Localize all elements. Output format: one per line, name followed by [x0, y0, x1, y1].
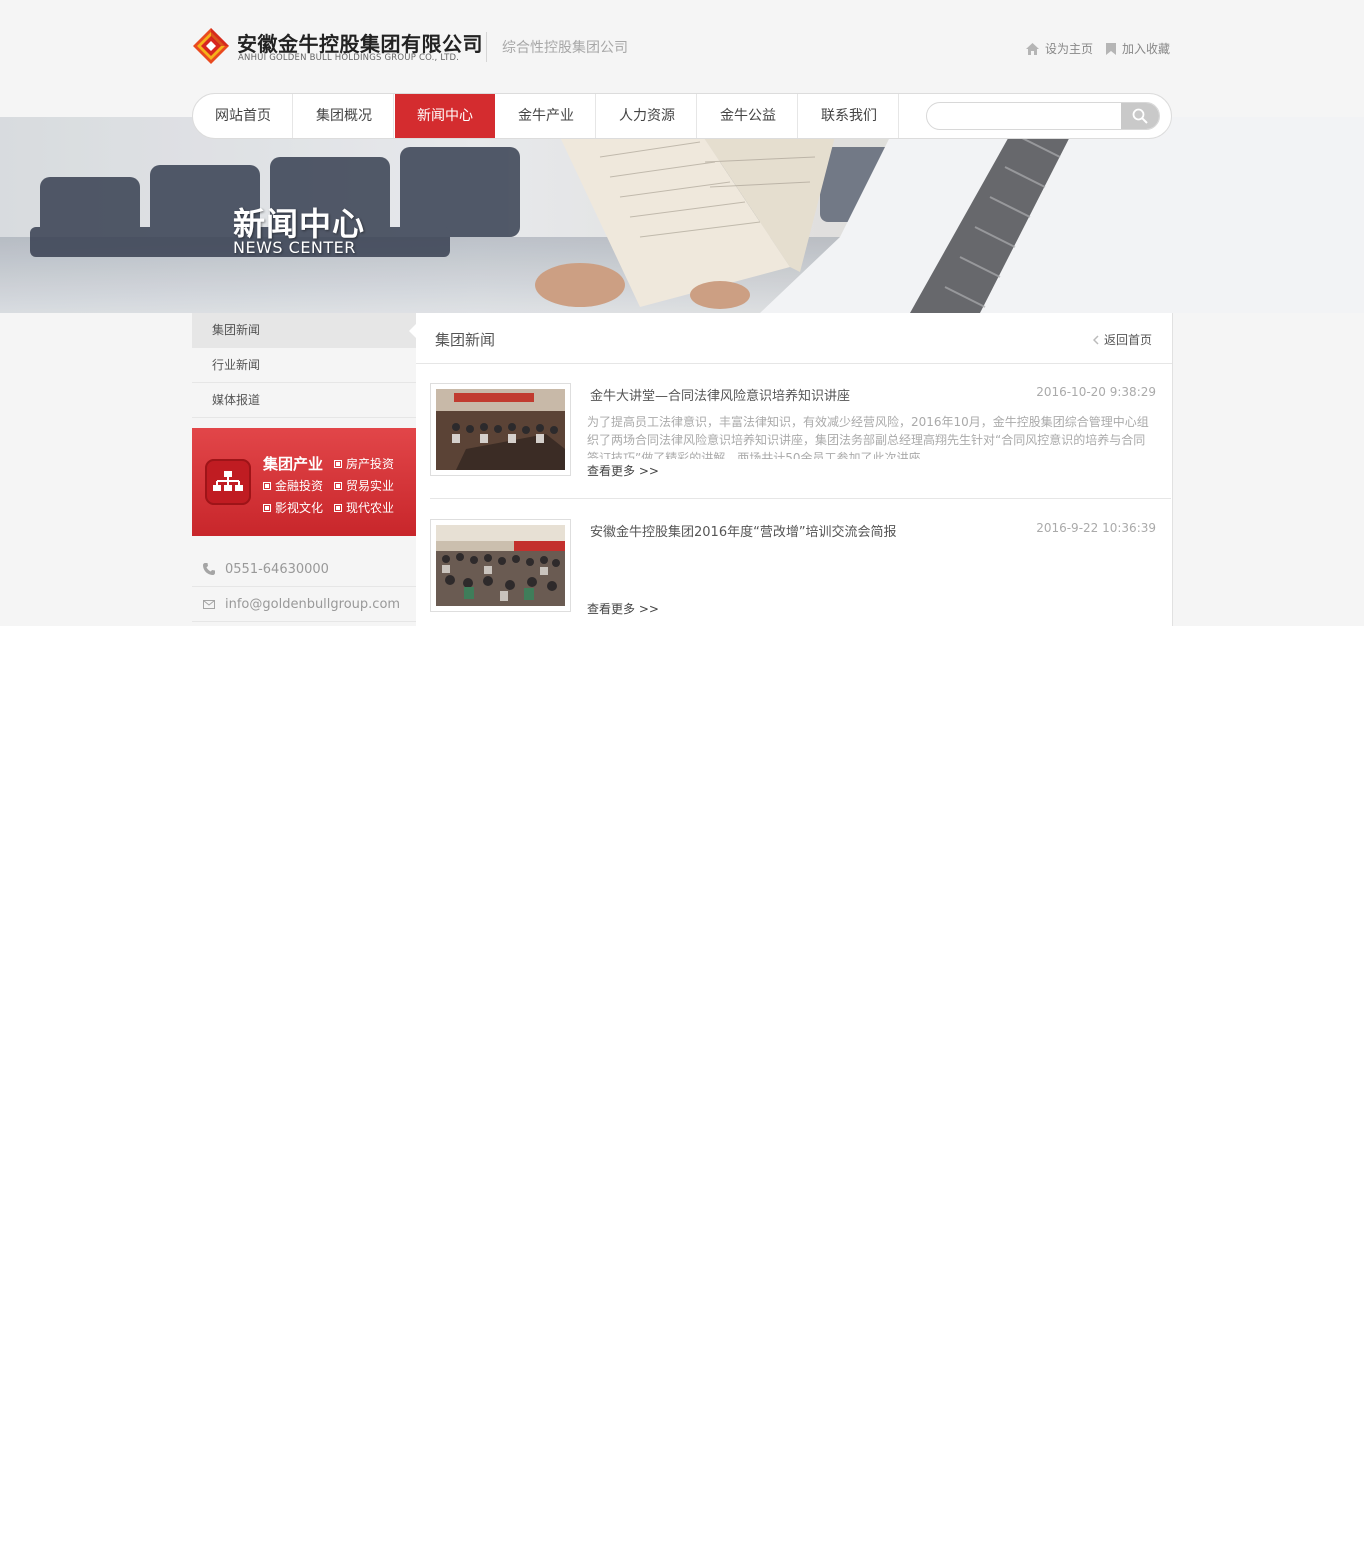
- industry-link-label: 金融投资: [275, 479, 324, 493]
- search-button[interactable]: [1121, 103, 1159, 129]
- sidebar-item-media-reports[interactable]: 媒体报道: [192, 383, 416, 418]
- title-divider: [416, 363, 1172, 364]
- sidebar-item-group-news[interactable]: 集团新闻: [192, 313, 416, 348]
- banner-subtitle: NEWS CENTER: [233, 238, 356, 257]
- nav-item-contact[interactable]: 联系我们: [799, 94, 899, 138]
- industry-link-label: 影视文化: [275, 501, 324, 515]
- logo-english-name: ANHUI GOLDEN BULL HOLDINGS GROUP CO., LT…: [238, 53, 460, 63]
- mail-icon: [203, 599, 215, 609]
- sidebar: 集团新闻 行业新闻 媒体报道 集团产业 房产投资 金融投资 贸易实业 影视文化 …: [192, 313, 416, 626]
- industry-link-trade[interactable]: 贸易实业: [334, 477, 394, 494]
- industry-link-label: 贸易实业: [346, 479, 395, 493]
- banner-image: [0, 117, 1364, 313]
- meeting-photo: [436, 525, 565, 606]
- back-home-label: 返回首页: [1103, 333, 1152, 347]
- nav-item-hr[interactable]: 人力资源: [597, 94, 697, 138]
- news-date: 2016-9-22 10:36:39: [1036, 521, 1156, 535]
- bullet-icon: [334, 459, 342, 468]
- sidebar-item-industry-news[interactable]: 行业新闻: [192, 348, 416, 383]
- news-more-link[interactable]: 查看更多 >>: [587, 600, 659, 617]
- industry-link-label: 房产投资: [346, 457, 395, 471]
- bullet-icon: [263, 481, 271, 490]
- industry-link-agriculture[interactable]: 现代农业: [334, 499, 394, 516]
- add-favorite-label: 加入收藏: [1122, 42, 1171, 56]
- page-banner: 新闻中心 NEWS CENTER: [0, 117, 1364, 313]
- company-slogan: 综合性控股集团公司: [502, 40, 628, 56]
- industry-link-finance[interactable]: 金融投资: [263, 477, 323, 494]
- news-more-link[interactable]: 查看更多 >>: [587, 462, 659, 479]
- nav-item-news[interactable]: 新闻中心: [395, 94, 495, 138]
- back-home-link[interactable]: 返回首页: [1092, 331, 1152, 348]
- news-description: 为了提高员工法律意识，丰富法律知识，有效减少经营风险，2016年10月，金牛控股…: [587, 415, 1149, 459]
- org-chart-icon: [205, 459, 251, 505]
- main-content: 集团新闻 返回首页 金牛大讲堂—合同法律风险意识培养知识讲座 2016-10-2…: [416, 313, 1173, 626]
- main-navigation: 网站首页 集团概况 新闻中心 金牛产业 人力资源 金牛公益 联系我们: [192, 93, 1172, 139]
- industry-link-real-estate[interactable]: 房产投资: [334, 455, 394, 472]
- set-homepage-link[interactable]: 设为主页: [1026, 40, 1093, 57]
- home-icon: [1026, 42, 1039, 55]
- section-title: 集团新闻: [435, 331, 496, 349]
- set-homepage-label: 设为主页: [1045, 42, 1094, 56]
- logo-divider: [486, 32, 487, 62]
- bullet-icon: [334, 481, 342, 490]
- phone-number: 0551-64630000: [225, 561, 329, 577]
- news-thumbnail[interactable]: [430, 383, 571, 476]
- news-item: 安徽金牛控股集团2016年度“营改增”培训交流会简报 2016-9-22 10:…: [430, 519, 1171, 619]
- news-title[interactable]: 安徽金牛控股集团2016年度“营改增”培训交流会简报: [590, 521, 897, 540]
- bullet-icon: [263, 503, 271, 512]
- add-favorite-link[interactable]: 加入收藏: [1106, 40, 1170, 57]
- industry-link-label: 现代农业: [346, 501, 395, 515]
- group-industry-title: 集团产业: [263, 455, 324, 473]
- news-item: 金牛大讲堂—合同法律风险意识培养知识讲座 2016-10-20 9:38:29 …: [430, 383, 1171, 483]
- group-industry-box: 集团产业 房产投资 金融投资 贸易实业 影视文化 现代农业: [192, 428, 416, 536]
- nav-item-charity[interactable]: 金牛公益: [698, 94, 798, 138]
- contact-email: info@goldenbullgroup.com: [192, 587, 416, 622]
- search-box: [926, 102, 1160, 130]
- email-address: info@goldenbullgroup.com: [225, 596, 401, 612]
- search-icon: [1132, 108, 1148, 124]
- nav-item-about[interactable]: 集团概况: [294, 94, 394, 138]
- nav-item-industry[interactable]: 金牛产业: [496, 94, 596, 138]
- news-description: [587, 549, 1157, 595]
- company-logo[interactable]: 安徽金牛控股集团有限公司 ANHUI GOLDEN BULL HOLDINGS …: [192, 27, 483, 67]
- bookmark-icon: [1106, 42, 1116, 55]
- industry-link-film[interactable]: 影视文化: [263, 499, 323, 516]
- nav-item-home[interactable]: 网站首页: [193, 94, 293, 138]
- logo-mark-icon: [193, 28, 229, 64]
- phone-icon: [203, 563, 215, 575]
- contact-phone: 0551-64630000: [192, 552, 416, 587]
- meeting-photo: [436, 389, 565, 470]
- news-title[interactable]: 金牛大讲堂—合同法律风险意识培养知识讲座: [590, 385, 850, 404]
- news-divider: [430, 498, 1171, 499]
- news-thumbnail[interactable]: [430, 519, 571, 612]
- news-date: 2016-10-20 9:38:29: [1036, 385, 1156, 399]
- chevron-left-icon: [1092, 334, 1099, 345]
- search-input[interactable]: [927, 103, 1123, 129]
- bullet-icon: [334, 503, 342, 512]
